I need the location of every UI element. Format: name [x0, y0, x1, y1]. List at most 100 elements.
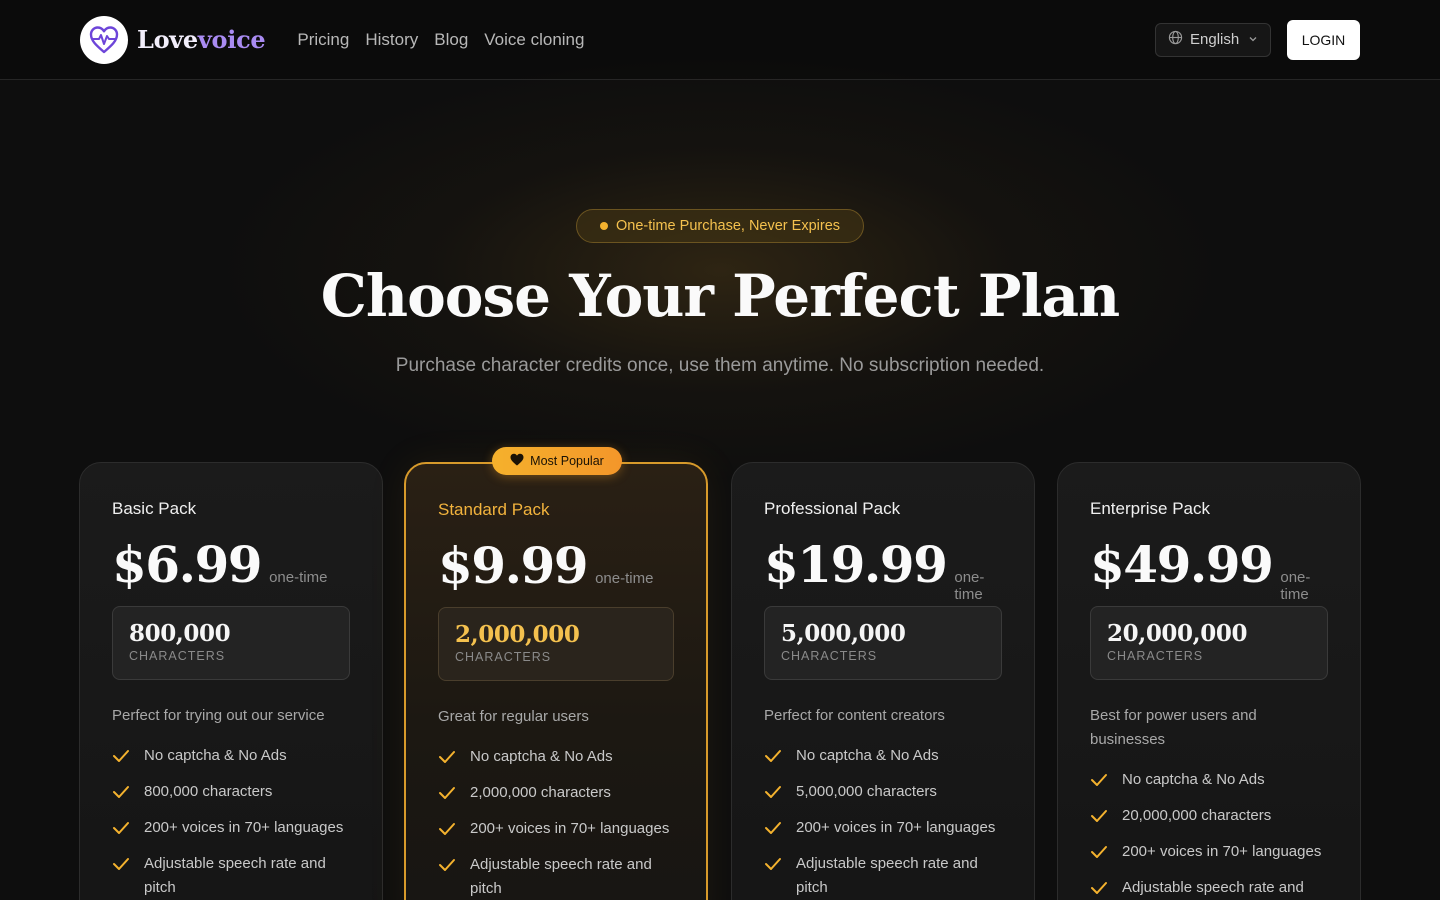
nav-voice-cloning[interactable]: Voice cloning	[484, 30, 584, 50]
plan-price: $19.99	[764, 535, 948, 594]
check-icon	[438, 817, 456, 841]
check-icon	[1090, 804, 1108, 828]
feature-text: Adjustable speech rate and pitch	[144, 855, 326, 896]
feature-list: No captcha & No Ads 20,000,000 character…	[1090, 768, 1328, 900]
feature-item: 20,000,000 characters	[1090, 804, 1328, 828]
nav-pricing[interactable]: Pricing	[297, 30, 349, 50]
page-subtitle: Purchase character credits once, use the…	[395, 355, 1045, 376]
login-button[interactable]: LOGIN	[1287, 19, 1360, 60]
heart-icon	[510, 453, 524, 469]
site-header: Lovevoice Pricing History Blog Voice clo…	[0, 0, 1440, 80]
plan-description: Best for power users and businesses	[1090, 707, 1257, 748]
check-icon	[764, 744, 782, 768]
plan-name: Basic Pack	[112, 499, 197, 518]
check-icon	[764, 852, 782, 876]
page-title: Choose Your Perfect Plan	[320, 262, 1120, 330]
plan-price: $9.99	[438, 536, 589, 595]
feature-text: Adjustable speech rate and pitch	[1122, 879, 1304, 896]
feature-text: 200+ voices in 70+ languages	[470, 820, 670, 837]
price-row: $6.99 one-time	[112, 535, 350, 594]
characters-box: 800,000 CHARACTERS	[112, 606, 350, 680]
plan-name: Professional Pack	[764, 499, 901, 518]
check-icon	[764, 816, 782, 840]
check-icon	[438, 853, 456, 877]
most-popular-badge: Most Popular	[492, 447, 622, 475]
feature-item: Adjustable speech rate and pitch	[1090, 876, 1328, 900]
feature-item: Adjustable speech rate and pitch	[438, 853, 674, 900]
plan-card-basic[interactable]: Basic Pack $6.99 one-time 800,000 CHARAC…	[79, 462, 383, 900]
feature-text: 200+ voices in 70+ languages	[144, 819, 344, 836]
characters-count: 800,000	[129, 620, 231, 647]
globe-icon	[1168, 30, 1183, 49]
feature-text: No captcha & No Ads	[144, 747, 287, 764]
check-icon	[112, 744, 130, 768]
characters-box: 2,000,000 CHARACTERS	[438, 607, 674, 681]
check-icon	[1090, 876, 1108, 900]
brand-logo[interactable]: Lovevoice	[80, 15, 266, 64]
feature-text: No captcha & No Ads	[1122, 771, 1265, 788]
feature-list: No captcha & No Ads 800,000 characters 2…	[112, 744, 350, 900]
price-row: $19.99 one-time	[764, 535, 1002, 603]
feature-item: 200+ voices in 70+ languages	[1090, 840, 1328, 864]
feature-item: Adjustable speech rate and pitch	[764, 852, 1002, 900]
check-icon	[112, 852, 130, 876]
feature-list: No captcha & No Ads 2,000,000 characters…	[438, 745, 674, 900]
feature-text: Adjustable speech rate and pitch	[796, 855, 978, 896]
feature-item: No captcha & No Ads	[764, 744, 1002, 768]
plan-card-enterprise[interactable]: Enterprise Pack $49.99 one-time 20,000,0…	[1057, 462, 1361, 900]
status-dot-icon	[599, 222, 608, 230]
feature-item: No captcha & No Ads	[1090, 768, 1328, 792]
check-icon	[112, 816, 130, 840]
feature-list: No captcha & No Ads 5,000,000 characters…	[764, 744, 1002, 900]
characters-label: CHARACTERS	[781, 649, 878, 663]
language-selector[interactable]: English	[1155, 22, 1271, 57]
characters-label: CHARACTERS	[1107, 649, 1204, 663]
plan-description: Great for regular users	[438, 708, 589, 725]
plan-card-professional[interactable]: Professional Pack $19.99 one-time 5,000,…	[731, 462, 1035, 900]
heart-pulse-icon	[80, 15, 128, 64]
plan-name: Enterprise Pack	[1090, 499, 1210, 518]
chevron-down-icon	[1248, 31, 1258, 48]
brand-name-part2: voice	[197, 25, 266, 54]
check-icon	[112, 780, 130, 804]
feature-text: No captcha & No Ads	[470, 748, 613, 765]
badge-label: Most Popular	[530, 454, 604, 468]
feature-text: Adjustable speech rate and pitch	[470, 856, 652, 897]
feature-item: 200+ voices in 70+ languages	[438, 817, 674, 841]
characters-box: 20,000,000 CHARACTERS	[1090, 606, 1328, 680]
feature-text: 20,000,000 characters	[1122, 807, 1272, 824]
price-row: $49.99 one-time	[1090, 535, 1328, 603]
feature-item: 2,000,000 characters	[438, 781, 674, 805]
plan-card-standard[interactable]: Standard Pack $9.99 one-time 2,000,000 C…	[404, 462, 708, 900]
characters-box: 5,000,000 CHARACTERS	[764, 606, 1002, 680]
price-row: $9.99 one-time	[438, 536, 674, 595]
characters-label: CHARACTERS	[129, 649, 226, 663]
feature-text: No captcha & No Ads	[796, 747, 939, 764]
pill-text: One-time Purchase, Never Expires	[615, 218, 841, 234]
characters-count: 2,000,000	[455, 621, 580, 648]
feature-item: 5,000,000 characters	[764, 780, 1002, 804]
plan-description: Perfect for trying out our service	[112, 707, 325, 724]
one-time-purchase-pill: One-time Purchase, Never Expires	[576, 209, 864, 243]
characters-count: 20,000,000	[1107, 620, 1248, 647]
brand-name: Lovevoice	[137, 25, 266, 54]
feature-text: 800,000 characters	[144, 783, 273, 800]
feature-item: 800,000 characters	[112, 780, 350, 804]
plan-price: $49.99	[1090, 535, 1274, 594]
nav-history[interactable]: History	[365, 30, 418, 50]
check-icon	[764, 780, 782, 804]
feature-text: 2,000,000 characters	[470, 784, 611, 801]
plan-period: one-time	[595, 570, 654, 587]
language-label: English	[1190, 31, 1240, 48]
feature-item: 200+ voices in 70+ languages	[764, 816, 1002, 840]
feature-item: No captcha & No Ads	[438, 745, 674, 769]
feature-item: 200+ voices in 70+ languages	[112, 816, 350, 840]
check-icon	[438, 745, 456, 769]
plan-period: one-time	[1280, 569, 1311, 603]
plan-price: $6.99	[112, 535, 263, 594]
check-icon	[438, 781, 456, 805]
feature-text: 5,000,000 characters	[796, 783, 937, 800]
brand-name-part1: Love	[137, 25, 198, 54]
nav-blog[interactable]: Blog	[434, 30, 468, 50]
plan-name: Standard Pack	[438, 500, 550, 519]
